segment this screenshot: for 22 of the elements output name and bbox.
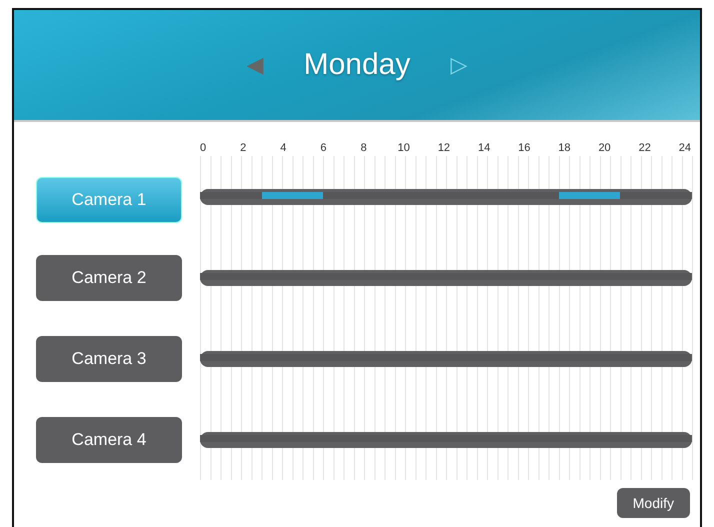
schedule-track[interactable] <box>200 350 692 366</box>
camera-button[interactable]: Camera 4 <box>36 416 182 462</box>
hour-label: 2 <box>239 142 248 154</box>
hour-label: 6 <box>319 142 328 154</box>
hour-label: 24 <box>678 142 692 154</box>
schedule-track[interactable] <box>200 432 692 448</box>
hour-label: 0 <box>198 142 208 154</box>
hour-label: 12 <box>436 142 451 154</box>
hour-label: 10 <box>396 142 411 154</box>
day-title: Monday <box>304 48 410 82</box>
modify-button[interactable]: Modify <box>616 488 690 518</box>
hour-label: 20 <box>598 142 612 154</box>
hour-label: 4 <box>279 142 288 154</box>
camera-button[interactable]: Camera 2 <box>36 254 182 300</box>
schedule-track[interactable] <box>200 270 692 286</box>
hour-label: 14 <box>477 142 492 154</box>
hour-label: 16 <box>517 142 532 154</box>
hour-label: 22 <box>638 142 652 154</box>
hour-label: 18 <box>557 142 572 154</box>
schedule-track[interactable] <box>200 188 692 204</box>
camera-button[interactable]: Camera 3 <box>36 336 182 382</box>
hour-label: 8 <box>360 142 368 154</box>
